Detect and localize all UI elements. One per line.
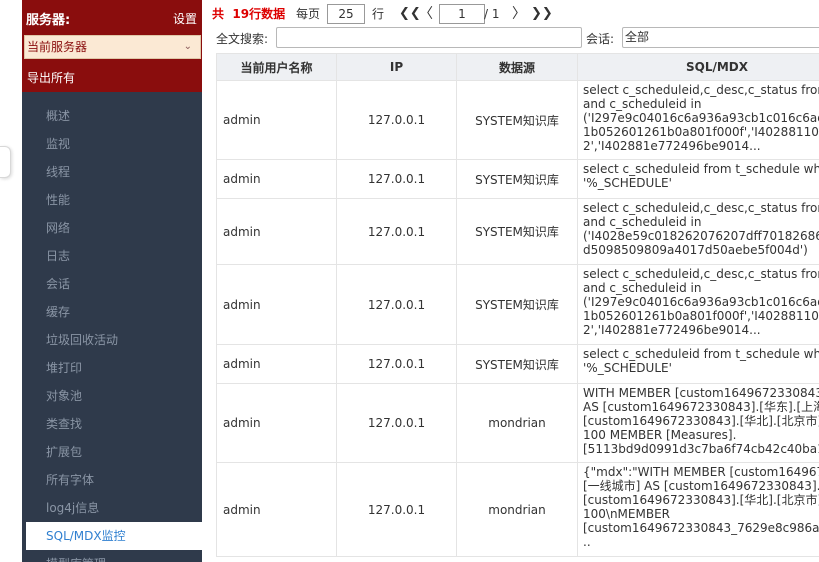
column-header-source[interactable]: 数据源 [456, 53, 578, 81]
cell-sql: WITH MEMBER [custom1649672330843]. AS [c… [577, 383, 819, 463]
sidebar-item-network[interactable]: 网络 [22, 214, 202, 242]
server-select-value: 当前服务器 [27, 40, 88, 54]
pager: 共 19行数据 每页 25 行 ❮❮ 〈 1 / 1 〉 ❯❯ [210, 4, 819, 26]
sidebar-item-logs[interactable]: 日志 [22, 242, 202, 270]
chevron-right-icon[interactable]: 〉 [512, 4, 526, 24]
sidebar-item-extensions[interactable]: 扩展包 [22, 438, 202, 466]
double-chevron-left-icon[interactable]: ❮❮ [399, 4, 421, 24]
sidebar-item-model-library[interactable]: 模型库管理 [22, 550, 202, 562]
cell-sql: select c_scheduleid,c_desc,c_status from… [577, 198, 819, 265]
sidebar-item-monitor[interactable]: 监视 [22, 130, 202, 158]
cell-source: mondrian [456, 462, 578, 557]
cell-user: admin [216, 80, 337, 160]
sidebar-item-log4j[interactable]: log4j信息 [22, 494, 202, 522]
sidebar-nav: 概述 监视 线程 性能 网络 日志 会话 缓存 垃圾回收活动 堆打印 对象池 类… [22, 102, 202, 562]
cell-sql: {"mdx":"WITH MEMBER [custom16496723 [一线城… [577, 462, 819, 557]
cell-source: SYSTEM知识库 [456, 198, 578, 265]
column-header-sql[interactable]: SQL/MDX [577, 53, 819, 81]
cell-ip: 127.0.0.1 [336, 383, 457, 463]
table-row[interactable]: admin 127.0.0.1 SYSTEM知识库 select c_sched… [216, 264, 819, 345]
cell-user: admin [216, 383, 337, 463]
collapse-handle[interactable] [0, 146, 11, 178]
rows-label: 行 [372, 7, 385, 21]
settings-link[interactable]: 设置 [173, 10, 197, 27]
total-prefix: 共 [212, 7, 225, 21]
sidebar-item-performance[interactable]: 性能 [22, 186, 202, 214]
sidebar-item-gc[interactable]: 垃圾回收活动 [22, 326, 202, 354]
sidebar-item-fonts[interactable]: 所有字体 [22, 466, 202, 494]
cell-source: SYSTEM知识库 [456, 159, 578, 199]
session-label: 会话: [586, 32, 615, 46]
sidebar-item-sessions[interactable]: 会话 [22, 270, 202, 298]
current-page-input[interactable]: 1 [439, 4, 485, 24]
table-row[interactable]: admin 127.0.0.1 SYSTEM知识库 select c_sched… [216, 344, 819, 384]
cell-sql: select c_scheduleid from t_schedule wher… [577, 159, 819, 199]
cell-user: admin [216, 198, 337, 265]
left-edge-panel [0, 0, 22, 562]
main-content: 共 19行数据 每页 25 行 ❮❮ 〈 1 / 1 〉 ❯❯ 全文搜索: 会话… [210, 0, 819, 562]
table-row[interactable]: admin 127.0.0.1 SYSTEM知识库 select c_sched… [216, 198, 819, 265]
sidebar-item-overview[interactable]: 概述 [22, 102, 202, 130]
table-row[interactable]: admin 127.0.0.1 mondrian WITH MEMBER [cu… [216, 383, 819, 463]
cell-ip: 127.0.0.1 [336, 264, 457, 345]
sidebar-item-threads[interactable]: 线程 [22, 158, 202, 186]
cell-source: SYSTEM知识库 [456, 344, 578, 384]
sidebar-item-sql-mdx[interactable]: SQL/MDX监控 [26, 522, 202, 550]
table-row[interactable]: admin 127.0.0.1 mondrian {"mdx":"WITH ME… [216, 462, 819, 557]
cell-sql: select c_scheduleid,c_desc,c_status from… [577, 80, 819, 160]
cell-source: mondrian [456, 383, 578, 463]
total-rows: 19行数据 [232, 7, 286, 21]
sidebar-item-object-pool[interactable]: 对象池 [22, 382, 202, 410]
search-row: 全文搜索: 会话: 全部 [210, 27, 819, 49]
cell-sql: select c_scheduleid,c_desc,c_status from… [577, 264, 819, 345]
sql-monitor-table: 当前用户名称 IP 数据源 SQL/MDX admin 127.0.0.1 SY… [216, 53, 819, 557]
page-size-input[interactable]: 25 [327, 4, 365, 24]
cell-user: admin [216, 462, 337, 557]
column-header-user[interactable]: 当前用户名称 [216, 53, 337, 81]
export-all-link[interactable]: 导出所有 [27, 69, 75, 86]
chevron-left-icon[interactable]: 〈 [419, 4, 433, 24]
total-pages: / 1 [484, 7, 500, 21]
sidebar-item-heap-dump[interactable]: 堆打印 [22, 354, 202, 382]
cell-user: admin [216, 344, 337, 384]
total-count: 共 19行数据 [212, 4, 285, 24]
table-row[interactable]: admin 127.0.0.1 SYSTEM知识库 select c_sched… [216, 159, 819, 199]
cell-ip: 127.0.0.1 [336, 462, 457, 557]
cell-ip: 127.0.0.1 [336, 80, 457, 160]
cell-user: admin [216, 159, 337, 199]
sidebar-header: 服务器: 设置 当前服务器 ⌄ 导出所有 [22, 0, 202, 92]
server-title: 服务器: [26, 13, 71, 28]
cell-ip: 127.0.0.1 [336, 159, 457, 199]
sidebar-item-cache[interactable]: 缓存 [22, 298, 202, 326]
cell-source: SYSTEM知识库 [456, 80, 578, 160]
sidebar: 服务器: 设置 当前服务器 ⌄ 导出所有 概述 监视 线程 性能 网络 日志 会… [22, 0, 202, 562]
session-select[interactable]: 全部 [622, 27, 819, 48]
server-select[interactable]: 当前服务器 ⌄ [24, 35, 201, 59]
cell-ip: 127.0.0.1 [336, 198, 457, 265]
per-page-label: 每页 [296, 7, 321, 21]
table-header-row: 当前用户名称 IP 数据源 SQL/MDX [216, 53, 819, 81]
column-header-ip[interactable]: IP [336, 53, 457, 81]
chevron-down-icon: ⌄ [183, 41, 192, 52]
cell-user: admin [216, 264, 337, 345]
cell-ip: 127.0.0.1 [336, 344, 457, 384]
fulltext-search-input[interactable] [276, 27, 582, 48]
cell-source: SYSTEM知识库 [456, 264, 578, 345]
cell-sql: select c_scheduleid from t_schedule wher… [577, 344, 819, 384]
double-chevron-right-icon[interactable]: ❯❯ [531, 4, 553, 24]
sidebar-item-class-lookup[interactable]: 类查找 [22, 410, 202, 438]
fulltext-search-label: 全文搜索: [216, 32, 269, 46]
table-row[interactable]: admin 127.0.0.1 SYSTEM知识库 select c_sched… [216, 80, 819, 160]
